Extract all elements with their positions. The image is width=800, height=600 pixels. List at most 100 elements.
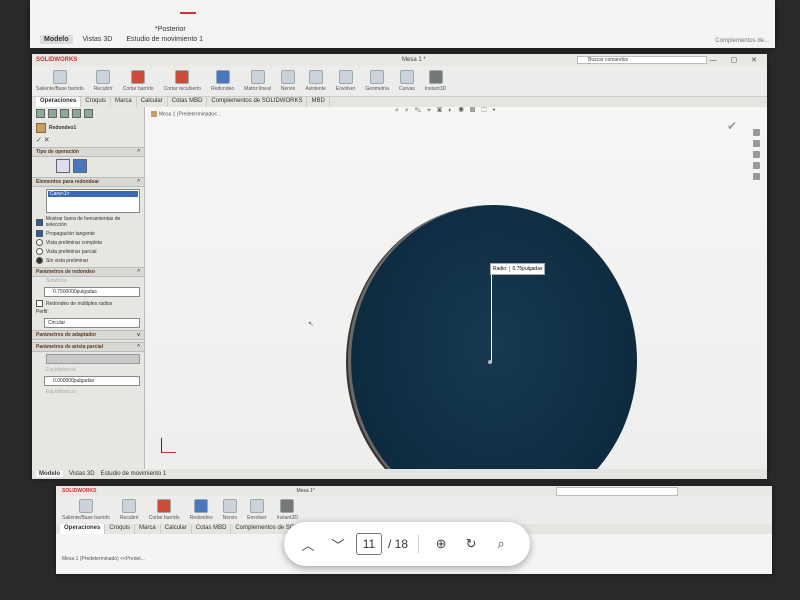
feature-tree-flyout[interactable]: Mesa 1 (Predeterminado<... — [151, 111, 221, 117]
lofted-cut-icon — [175, 70, 190, 84]
confirm-check-icon[interactable]: ✔ — [727, 119, 737, 133]
section-setback[interactable]: Parámetros de adaptador v — [32, 330, 144, 340]
zoom-in-button[interactable]: ⊕ — [429, 532, 453, 556]
ribbon-loft[interactable]: Recubrir — [94, 70, 113, 92]
fillet-icon — [215, 70, 230, 84]
top-bottom-tabs: Modelo Vistas 3D Estudio de movimiento 1 — [40, 35, 207, 44]
search-icon: ⌕ — [497, 536, 505, 551]
chevron-up-icon: ︿ — [301, 537, 315, 553]
tab-complementos[interactable]: Complementos de SOLIDWORKS — [207, 97, 308, 107]
search-button[interactable]: ⌕ — [489, 532, 513, 556]
current-page: SOLIDWORKS Mesa 1 * Buscar comandos — ▢ … — [32, 54, 767, 479]
top-right-text: Complementos de... — [715, 38, 769, 44]
part-icon — [151, 111, 157, 117]
tab-vistas-3d-main[interactable]: Vistas 3D — [69, 471, 95, 477]
display-manager-icon[interactable] — [84, 109, 93, 118]
opt-multi-radius[interactable]: Redondeo de múltiples radios — [32, 299, 144, 308]
window-controls[interactable]: — ▢ ✕ — [710, 56, 763, 64]
radius-handle[interactable] — [488, 360, 492, 364]
chevron-down-icon: ﹀ — [331, 537, 345, 553]
callout-label: Radio: — [493, 266, 508, 272]
view-palette-icon[interactable] — [753, 162, 760, 169]
tab-modelo-main[interactable]: Modelo — [36, 471, 63, 477]
constant-fillet-icon[interactable] — [56, 159, 70, 173]
section-tipo[interactable]: Tipo de operación ^ — [32, 147, 144, 157]
window-title: Mesa 1 * — [402, 57, 426, 63]
loft-icon — [96, 70, 111, 84]
appearances-icon[interactable] — [753, 173, 760, 180]
sweep-icon — [52, 70, 67, 84]
items-to-fillet-list[interactable]: Cara<1> — [46, 189, 140, 213]
wrap-icon — [338, 70, 353, 84]
next-search — [556, 487, 678, 496]
tab-operaciones[interactable]: Operaciones — [36, 97, 82, 107]
tab-vistas-3d[interactable]: Vistas 3D — [79, 35, 117, 44]
feature-tree-icon[interactable] — [36, 109, 45, 118]
ribbon-sweep-boss[interactable]: Saliente/Base barrido — [36, 70, 84, 92]
face-fillet-icon[interactable] — [73, 159, 87, 173]
hole-wizard-icon — [308, 70, 323, 84]
rotate-icon: ↻ — [465, 536, 477, 551]
next-page-button[interactable]: ﹀ — [326, 532, 350, 556]
rotate-button[interactable]: ↻ — [459, 532, 483, 556]
tab-mbd[interactable]: MBD — [307, 97, 330, 107]
prev-page-button[interactable]: ︿ — [296, 532, 320, 556]
ribbon-wizard[interactable]: Asistente — [305, 70, 326, 92]
design-library-icon[interactable] — [753, 140, 760, 147]
tab-motion-study-main[interactable]: Estudio de movimiento 1 — [101, 471, 167, 477]
tab-calcular[interactable]: Calcular — [137, 97, 168, 107]
next-wrap-icon — [249, 499, 264, 513]
ribbon-curves[interactable]: Curvas — [399, 70, 415, 92]
command-search-input[interactable]: Buscar comandos — [577, 56, 707, 64]
task-pane-tabs — [753, 129, 761, 180]
tab-croquis[interactable]: Croquis — [81, 97, 112, 107]
heads-up-toolbar[interactable]: ⌕ ⌕ ✎ ⌖ ▣ ◐ ◉ ▤ ⬚ ▾ — [395, 107, 497, 115]
opt-full-preview[interactable]: Vista preliminar completa — [32, 238, 144, 247]
file-explorer-icon[interactable] — [753, 151, 760, 158]
resources-icon[interactable] — [753, 129, 760, 136]
distance-input[interactable]: 0.000000pulgadas — [44, 376, 140, 386]
pattern-icon — [250, 70, 265, 84]
opt-tangent[interactable]: Propagación tangente — [32, 229, 144, 238]
triad-axes-icon — [161, 438, 176, 453]
property-manager-icon[interactable] — [48, 109, 57, 118]
ribbon-fillet[interactable]: Redondeo — [211, 70, 234, 92]
instant3d-icon — [428, 70, 443, 84]
equidistance-label-1: Equidistancia — [46, 367, 76, 373]
opt-no-preview[interactable]: Sin vista preliminar — [32, 256, 144, 265]
tab-cotas-mbd[interactable]: Cotas MBD — [168, 97, 208, 107]
callout-value[interactable]: 0.75pulgadas — [509, 266, 544, 272]
page-number-input[interactable]: 11 — [356, 533, 382, 555]
tab-marca[interactable]: Marca — [111, 97, 137, 107]
ribbon-geometry[interactable]: Geometría — [365, 70, 389, 92]
ribbon-lofted-cut[interactable]: Cortar recubierto — [164, 70, 201, 92]
opt-show-toolbar[interactable]: Mostrar barra de herramientas de selecci… — [32, 215, 144, 229]
section-partial[interactable]: Parámetros de arista parcial ^ — [32, 342, 144, 352]
radius-callout[interactable]: Radio: 0.75pulgadas — [490, 263, 546, 275]
circular-part-face[interactable]: Radio: 0.75pulgadas — [351, 205, 637, 479]
radius-input[interactable]: 0.7500000pulgadas — [44, 287, 140, 297]
ribbon-instant3d[interactable]: Instant3D — [425, 70, 446, 92]
ok-cancel[interactable]: ✓ ✕ — [32, 135, 144, 145]
fillet-title: Redondeo1 — [32, 121, 144, 135]
command-tabs: Operaciones Croquis Marca Calcular Cotas… — [32, 97, 767, 107]
ribbon-rib[interactable]: Nervio — [281, 70, 295, 92]
command-ribbon: Saliente/Base barrido Recubrir Cortar ba… — [32, 66, 767, 97]
config-manager-icon[interactable] — [60, 109, 69, 118]
ribbon-swept-cut[interactable]: Cortar barrido — [123, 70, 154, 92]
divider — [418, 535, 420, 553]
mouse-cursor-icon: ↖ — [308, 321, 314, 328]
workspace: Redondeo1 ✓ ✕ Tipo de operación ^ Element… — [32, 107, 767, 479]
next-fillet-icon — [194, 499, 209, 513]
ribbon-wrap[interactable]: Envolver — [336, 70, 355, 92]
next-sweep-icon — [78, 499, 93, 513]
ribbon-linear-pattern[interactable]: Matriz lineal — [244, 70, 271, 92]
dimxpert-icon[interactable] — [72, 109, 81, 118]
tab-modelo[interactable]: Modelo — [40, 35, 73, 44]
graphics-area[interactable]: Mesa 1 (Predeterminado<... ⌕ ⌕ ✎ ⌖ ▣ ◐ ◉… — [145, 107, 767, 479]
profile-select[interactable]: Circular — [44, 318, 140, 328]
tab-motion-study[interactable]: Estudio de movimiento 1 — [122, 35, 207, 44]
section-params[interactable]: Parámetros de redondeo ^ — [32, 267, 144, 277]
section-items[interactable]: Elementos para redondear ^ — [32, 177, 144, 187]
opt-partial-preview[interactable]: Vista preliminar parcial — [32, 247, 144, 256]
